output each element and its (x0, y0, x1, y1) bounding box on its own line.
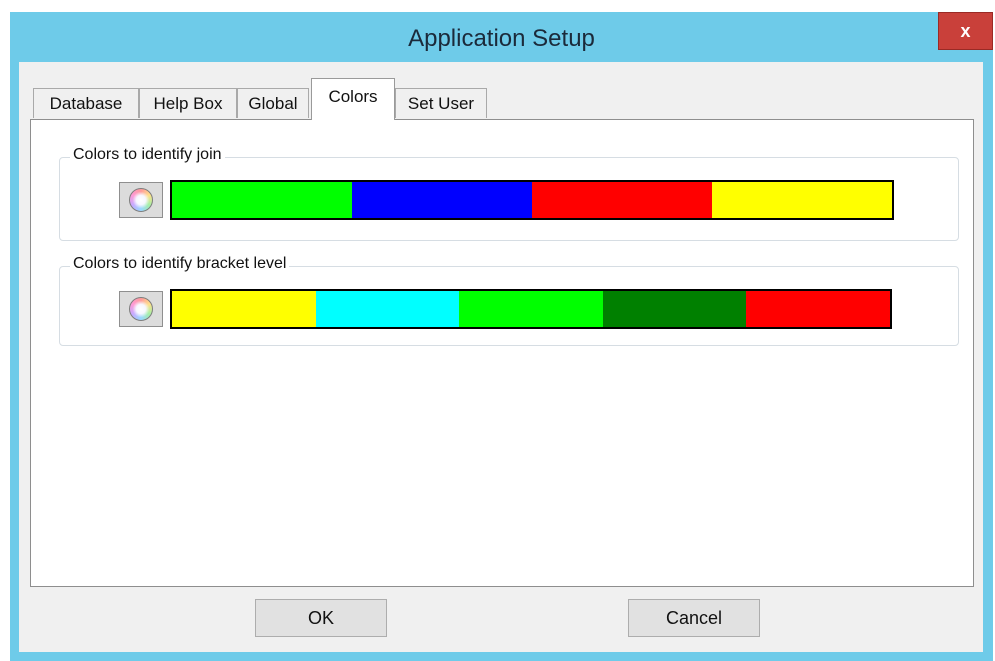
bracket-colors-group: Colors to identify bracket level (59, 255, 959, 346)
join-colors-label: Colors to identify join (70, 146, 225, 164)
bracket-color-swatch-1[interactable] (172, 291, 316, 327)
window-title: Application Setup (408, 25, 595, 52)
join-color-swatch-3[interactable] (532, 182, 712, 218)
bracket-color-swatch-4[interactable] (602, 291, 747, 327)
bracket-color-strip[interactable] (170, 289, 892, 329)
bracket-colors-label: Colors to identify bracket level (70, 255, 290, 273)
join-color-swatch-1[interactable] (172, 182, 352, 218)
color-wheel-icon (129, 297, 153, 321)
dialog-client-area: Database Help Box Global Colors Set User… (19, 62, 983, 652)
tab-help-box[interactable]: Help Box (139, 88, 237, 118)
cancel-button[interactable]: Cancel (628, 599, 760, 637)
tab-colors[interactable]: Colors (311, 78, 395, 120)
tab-database[interactable]: Database (33, 88, 139, 118)
join-color-strip[interactable] (170, 180, 894, 220)
title-bar: Application Setup x (10, 12, 993, 62)
tab-set-user[interactable]: Set User (395, 88, 487, 118)
colors-tab-panel: Colors to identify join Colors to identi… (30, 119, 974, 587)
bracket-color-swatch-5[interactable] (746, 291, 890, 327)
bracket-color-swatch-3[interactable] (459, 291, 603, 327)
tab-global[interactable]: Global (237, 88, 309, 118)
join-color-picker-button[interactable] (119, 182, 163, 218)
join-color-swatch-2[interactable] (352, 182, 532, 218)
join-colors-group: Colors to identify join (59, 146, 959, 241)
join-color-swatch-4[interactable] (712, 182, 892, 218)
ok-button[interactable]: OK (255, 599, 387, 637)
bracket-color-picker-button[interactable] (119, 291, 163, 327)
bracket-color-swatch-2[interactable] (315, 291, 460, 327)
application-setup-window: Application Setup x Database Help Box Gl… (10, 12, 993, 661)
color-wheel-icon (129, 188, 153, 212)
close-button[interactable]: x (938, 12, 993, 50)
